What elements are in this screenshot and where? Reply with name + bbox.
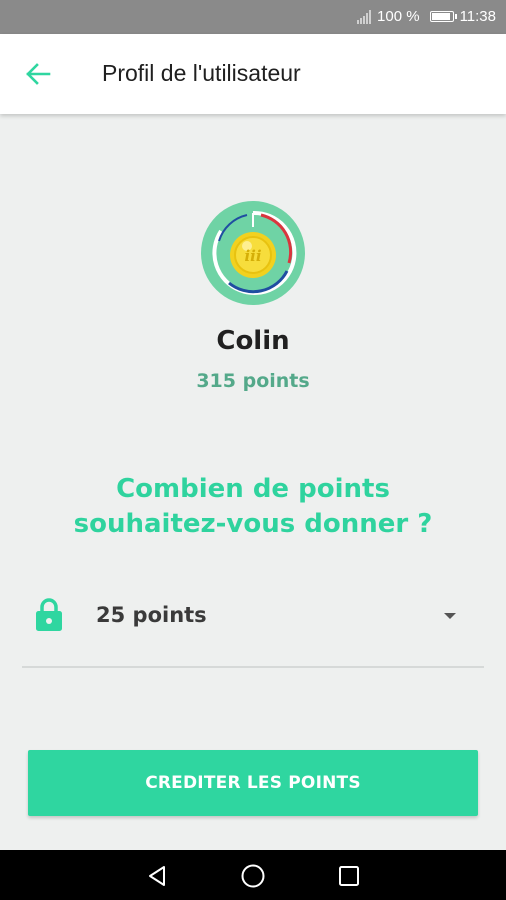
- nav-home-icon: [241, 864, 265, 888]
- app-bar: Profil de l'utilisateur: [0, 34, 506, 114]
- status-time: 11:38: [459, 8, 496, 25]
- points-question-line2: souhaitez-vous donner ?: [73, 509, 433, 539]
- navigation-bar: [0, 850, 506, 900]
- avatar: iii: [201, 201, 305, 305]
- points-question-line1: Combien de points: [116, 474, 390, 504]
- credit-points-button[interactable]: CREDITER LES POINTS: [28, 750, 478, 816]
- battery-percent: 100 %: [377, 8, 420, 25]
- back-button[interactable]: [18, 54, 58, 94]
- status-bar: 100 % 11:38: [0, 0, 506, 34]
- nav-home-button[interactable]: [235, 858, 271, 894]
- nav-recents-button[interactable]: [331, 858, 367, 894]
- battery-icon: [429, 11, 457, 22]
- coin-medal-icon: iii: [201, 201, 305, 305]
- status-indicators: 100 % 11:38: [357, 8, 496, 25]
- points-question: Combien de points souhaitez-vous donner …: [0, 472, 506, 542]
- user-name: Colin: [216, 326, 290, 356]
- arrow-left-icon: [26, 63, 51, 85]
- dropdown-arrow-icon[interactable]: [444, 613, 456, 619]
- signal-icon: [357, 9, 372, 24]
- page-title: Profil de l'utilisateur: [102, 60, 301, 86]
- nav-recents-icon: [339, 866, 359, 886]
- lock-icon: [36, 598, 62, 631]
- svg-text:iii: iii: [244, 247, 261, 265]
- user-points: 315 points: [196, 370, 310, 392]
- points-select[interactable]: 25 points: [22, 580, 484, 668]
- nav-back-icon: [149, 866, 165, 886]
- points-select-value: 25 points: [96, 603, 207, 627]
- nav-back-button[interactable]: [139, 858, 175, 894]
